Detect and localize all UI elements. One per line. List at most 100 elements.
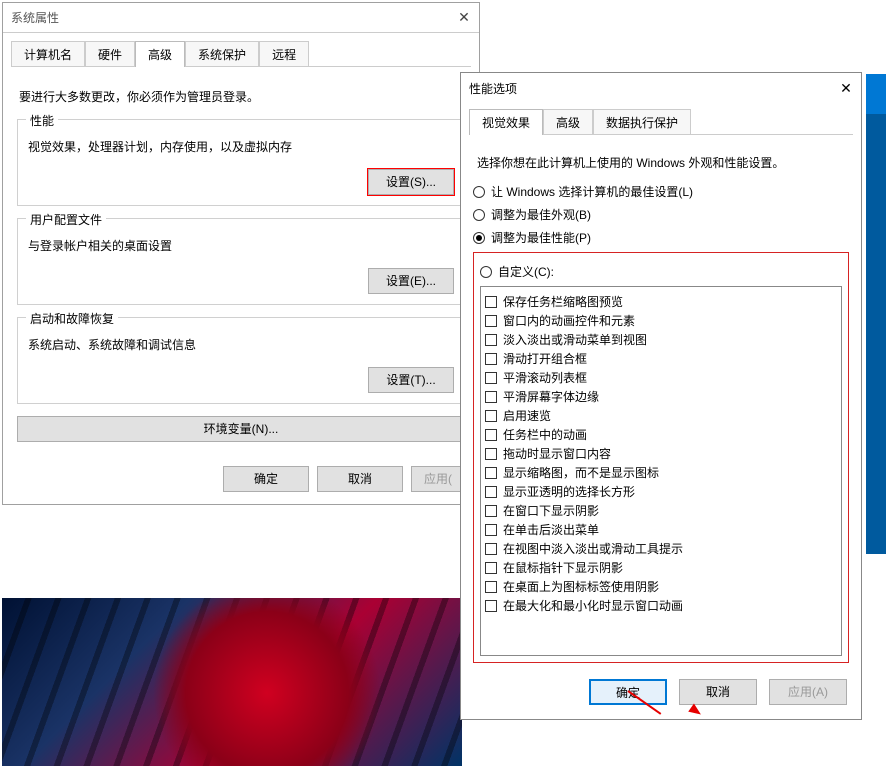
visual-effect-label: 保存任务栏缩略图预览: [503, 293, 623, 310]
tab-visual-effects[interactable]: 视觉效果: [469, 109, 543, 135]
radio-label: 自定义(C):: [498, 263, 554, 280]
perf-ok-button[interactable]: 确定: [589, 679, 667, 705]
visual-effect-item[interactable]: 淡入淡出或滑动菜单到视图: [485, 331, 837, 348]
visual-effect-label: 在最大化和最小化时显示窗口动画: [503, 597, 683, 614]
tab-advanced[interactable]: 高级: [135, 41, 185, 67]
visual-effect-item[interactable]: 显示缩略图，而不是显示图标: [485, 464, 837, 481]
visual-effect-label: 在桌面上为图标标签使用阴影: [503, 578, 659, 595]
group-user-profiles-desc: 与登录帐户相关的桌面设置: [28, 237, 454, 254]
tab-perf-advanced[interactable]: 高级: [543, 109, 593, 135]
sys-tabs: 计算机名 硬件 高级 系统保护 远程: [3, 33, 479, 67]
group-startup-recovery: 启动和故障恢复 系统启动、系统故障和调试信息 设置(T)...: [17, 317, 465, 404]
checkbox-icon: [485, 486, 497, 498]
visual-effect-label: 在窗口下显示阴影: [503, 502, 599, 519]
sys-content: 要进行大多数更改，你必须作为管理员登录。 性能 视觉效果，处理器计划，内存使用，…: [3, 68, 479, 456]
perf-content: 选择你想在此计算机上使用的 Windows 外观和性能设置。 让 Windows…: [461, 136, 861, 667]
tab-hardware[interactable]: 硬件: [85, 41, 135, 67]
visual-effect-item[interactable]: 滑动打开组合框: [485, 350, 837, 367]
checkbox-icon: [485, 372, 497, 384]
performance-options-window: 性能选项 ✕ 视觉效果 高级 数据执行保护 选择你想在此计算机上使用的 Wind…: [460, 72, 862, 720]
visual-effect-label: 显示亚透明的选择长方形: [503, 483, 635, 500]
user-profiles-settings-button[interactable]: 设置(E)...: [368, 268, 454, 294]
visual-effect-label: 在单击后淡出菜单: [503, 521, 599, 538]
perf-title: 性能选项: [469, 80, 517, 97]
group-user-profiles-legend: 用户配置文件: [26, 211, 106, 228]
group-performance-legend: 性能: [26, 112, 58, 129]
sys-cancel-button[interactable]: 取消: [317, 466, 403, 492]
sys-intro: 要进行大多数更改，你必须作为管理员登录。: [19, 88, 463, 105]
visual-effect-label: 在视图中淡入淡出或滑动工具提示: [503, 540, 683, 557]
visual-effect-label: 平滑滚动列表框: [503, 369, 587, 386]
checkbox-icon: [485, 524, 497, 536]
visual-effect-label: 窗口内的动画控件和元素: [503, 312, 635, 329]
perf-intro: 选择你想在此计算机上使用的 Windows 外观和性能设置。: [477, 154, 845, 171]
radio-label: 调整为最佳性能(P): [491, 229, 591, 246]
visual-effects-list[interactable]: 保存任务栏缩略图预览窗口内的动画控件和元素淡入淡出或滑动菜单到视图滑动打开组合框…: [480, 286, 842, 656]
tab-dep[interactable]: 数据执行保护: [593, 109, 691, 135]
visual-effect-label: 滑动打开组合框: [503, 350, 587, 367]
visual-effect-item[interactable]: 启用速览: [485, 407, 837, 424]
checkbox-icon: [485, 467, 497, 479]
visual-effect-item[interactable]: 在最大化和最小化时显示窗口动画: [485, 597, 837, 614]
group-startup-legend: 启动和故障恢复: [26, 310, 118, 327]
radio-let-windows[interactable]: 让 Windows 选择计算机的最佳设置(L): [473, 183, 849, 200]
tab-computer-name[interactable]: 计算机名: [11, 41, 85, 67]
visual-effect-item[interactable]: 平滑滚动列表框: [485, 369, 837, 386]
visual-effect-item[interactable]: 在窗口下显示阴影: [485, 502, 837, 519]
checkbox-icon: [485, 448, 497, 460]
visual-effect-item[interactable]: 保存任务栏缩略图预览: [485, 293, 837, 310]
visual-effect-item[interactable]: 窗口内的动画控件和元素: [485, 312, 837, 329]
perf-apply-button[interactable]: 应用(A): [769, 679, 847, 705]
sys-apply-button[interactable]: 应用(: [411, 466, 465, 492]
visual-effect-label: 平滑屏幕字体边缘: [503, 388, 599, 405]
environment-variables-button[interactable]: 环境变量(N)...: [17, 416, 465, 442]
radio-icon: [473, 232, 485, 244]
radio-icon: [473, 209, 485, 221]
checkbox-icon: [485, 410, 497, 422]
visual-effect-item[interactable]: 平滑屏幕字体边缘: [485, 388, 837, 405]
checkbox-icon: [485, 334, 497, 346]
visual-effect-item[interactable]: 拖动时显示窗口内容: [485, 445, 837, 462]
checkbox-icon: [485, 353, 497, 365]
group-performance: 性能 视觉效果，处理器计划，内存使用，以及虚拟内存 设置(S)...: [17, 119, 465, 206]
tab-remote[interactable]: 远程: [259, 41, 309, 67]
tab-system-protection[interactable]: 系统保护: [185, 41, 259, 67]
checkbox-icon: [485, 391, 497, 403]
radio-label: 调整为最佳外观(B): [491, 206, 591, 223]
checkbox-icon: [485, 505, 497, 517]
radio-best-appearance[interactable]: 调整为最佳外观(B): [473, 206, 849, 223]
perf-titlebar[interactable]: 性能选项 ✕: [461, 73, 861, 103]
checkbox-icon: [485, 562, 497, 574]
radio-best-performance[interactable]: 调整为最佳性能(P): [473, 229, 849, 246]
checkbox-icon: [485, 543, 497, 555]
visual-effect-item[interactable]: 在桌面上为图标标签使用阴影: [485, 578, 837, 595]
radio-label: 让 Windows 选择计算机的最佳设置(L): [491, 183, 693, 200]
visual-effect-item[interactable]: 显示亚透明的选择长方形: [485, 483, 837, 500]
radio-custom[interactable]: 自定义(C):: [480, 263, 842, 280]
visual-effect-label: 启用速览: [503, 407, 551, 424]
sys-title: 系统属性: [11, 9, 59, 26]
checkbox-icon: [485, 600, 497, 612]
desktop-edge: [866, 74, 886, 554]
visual-effect-item[interactable]: 在单击后淡出菜单: [485, 521, 837, 538]
perf-cancel-button[interactable]: 取消: [679, 679, 757, 705]
close-icon[interactable]: ✕: [457, 11, 471, 25]
sys-titlebar[interactable]: 系统属性 ✕: [3, 3, 479, 33]
performance-settings-button[interactable]: 设置(S)...: [368, 169, 454, 195]
visual-effect-item[interactable]: 任务栏中的动画: [485, 426, 837, 443]
visual-effect-item[interactable]: 在视图中淡入淡出或滑动工具提示: [485, 540, 837, 557]
visual-effect-label: 拖动时显示窗口内容: [503, 445, 611, 462]
perf-dialog-buttons: 确定 取消 应用(A): [461, 667, 861, 719]
radio-icon: [473, 186, 485, 198]
group-startup-desc: 系统启动、系统故障和调试信息: [28, 336, 454, 353]
custom-highlight-box: 自定义(C): 保存任务栏缩略图预览窗口内的动画控件和元素淡入淡出或滑动菜单到视…: [473, 252, 849, 663]
startup-settings-button[interactable]: 设置(T)...: [368, 367, 454, 393]
sys-dialog-buttons: 确定 取消 应用(: [3, 456, 479, 504]
visual-effect-label: 显示缩略图，而不是显示图标: [503, 464, 659, 481]
radio-icon: [480, 266, 492, 278]
visual-effect-label: 在鼠标指针下显示阴影: [503, 559, 623, 576]
close-icon[interactable]: ✕: [839, 81, 853, 95]
visual-effect-item[interactable]: 在鼠标指针下显示阴影: [485, 559, 837, 576]
perf-tabs: 视觉效果 高级 数据执行保护: [461, 103, 861, 135]
sys-ok-button[interactable]: 确定: [223, 466, 309, 492]
